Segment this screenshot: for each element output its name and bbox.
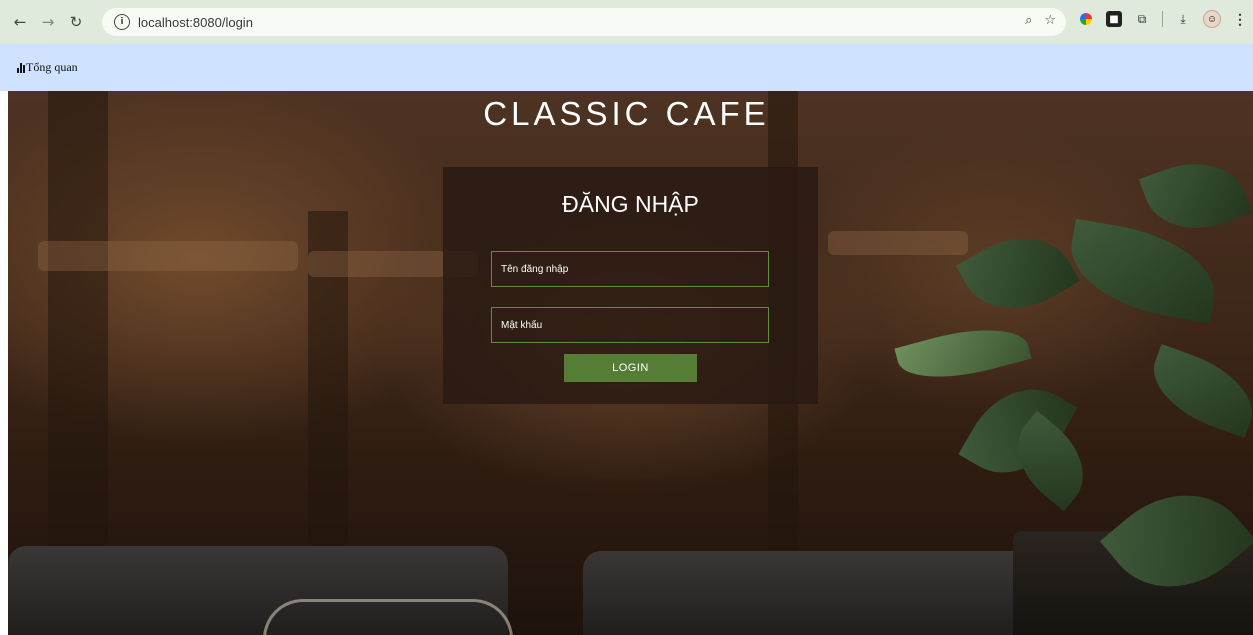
address-url[interactable]: localhost:8080/login [138,15,253,30]
profile-avatar-icon[interactable]: ☺ [1203,10,1221,28]
login-heading: ĐĂNG NHẬP [562,191,699,217]
password-input[interactable] [491,307,769,343]
login-form: ĐĂNG NHẬP LOGIN [443,167,818,404]
download-icon[interactable]: ⤓ [1175,11,1191,27]
back-icon[interactable]: ← [9,11,31,33]
site-info-icon[interactable]: i [114,14,130,30]
app-navbar: Tổng quan [0,44,1253,91]
username-input[interactable] [491,251,769,287]
browser-toolbar: ← → ↻ i localhost:8080/login ⌕ ☆ ■ ⧉ ⤓ ☺… [0,0,1253,44]
colorful-extension-icon[interactable] [1080,13,1092,25]
zoom-icon[interactable]: ⌕ [1025,13,1032,28]
login-button[interactable]: LOGIN [564,354,697,382]
toolbar-divider [1162,11,1163,27]
bookmark-star-icon[interactable]: ☆ [1044,13,1056,28]
dark-extension-icon[interactable]: ■ [1106,11,1122,27]
forward-icon[interactable]: → [37,11,59,33]
nav-overview-link[interactable]: Tổng quan [26,60,78,75]
menu-icon[interactable]: ⋮ [1233,11,1247,28]
bar-chart-icon [17,62,25,73]
address-bar[interactable]: i localhost:8080/login ⌕ ☆ [102,8,1066,36]
reload-icon[interactable]: ↻ [65,11,87,33]
puzzle-icon[interactable]: ⧉ [1134,11,1150,27]
brand-title: CLASSIC CAFE [483,95,770,132]
